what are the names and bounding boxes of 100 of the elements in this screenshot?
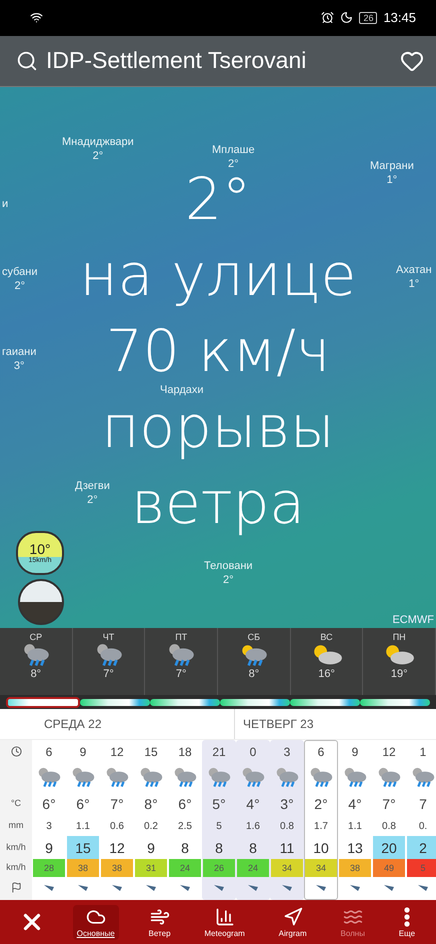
wind-direction-icon — [315, 883, 327, 894]
day-temperature: 7° — [176, 668, 186, 680]
nav-button[interactable]: Airgram — [274, 904, 311, 940]
wind-cell-text: 12 — [108, 838, 126, 858]
moon-icon — [340, 11, 354, 24]
gust-cell: 38 — [67, 859, 99, 878]
search-field[interactable]: IDP-Settlement Tserovani — [46, 47, 392, 74]
search-bar[interactable]: IDP-Settlement Tserovani — [0, 36, 436, 87]
day-label: ЧТ — [102, 632, 114, 642]
hour-column[interactable]: 6 2° 1.7 10 34 — [304, 740, 338, 900]
wind-icon — [150, 906, 170, 927]
hour-cell-text: 15 — [143, 744, 159, 762]
temperature-cell-text: 4° — [347, 794, 363, 814]
overlay-caption: на улице — [80, 246, 356, 304]
timeline-segment[interactable] — [290, 698, 360, 706]
wind-direction-icon — [145, 883, 157, 894]
day-header: СРЕДА 22 — [43, 717, 102, 732]
hour-cell-text: 0 — [248, 744, 258, 762]
precipitation-cell-text: 3 — [45, 820, 53, 834]
day-label: СБ — [248, 632, 260, 642]
temperature-cell-text: 8° — [143, 794, 159, 814]
precipitation-cell-text: 1.6 — [245, 820, 261, 834]
gust-cell: 34 — [271, 859, 303, 878]
gust-cell: 28 — [33, 859, 65, 878]
day-temperature: 8° — [30, 668, 42, 680]
temperature-cell-text: 7° — [109, 794, 125, 814]
map-place-label: Дзегви 2° — [75, 478, 110, 507]
nav-button[interactable]: Основные — [72, 904, 119, 940]
map-place-label: гаиани 3° — [2, 344, 36, 373]
timeline-segment[interactable] — [6, 696, 80, 708]
gust-cell: 49 — [373, 859, 405, 878]
row-label: mm — [8, 819, 24, 832]
arrow-icon — [282, 906, 303, 927]
precipitation-cell-text: 1.7 — [313, 820, 329, 834]
wind-cell-text: 9 — [146, 838, 156, 858]
nav-button[interactable]: Еще — [394, 904, 420, 940]
wind-cell: 20 — [373, 836, 405, 860]
wind-direction-icon — [111, 883, 123, 894]
wind-cell-text: 8 — [214, 838, 224, 858]
precipitation-cell-text: 0.2 — [143, 820, 159, 834]
wind-cell-text: 10 — [312, 838, 330, 858]
wind-direction-icon — [179, 883, 191, 894]
map-place-label: Ахатан 1° — [396, 262, 432, 291]
precipitation-cell-text: 5 — [215, 820, 223, 834]
nav-button[interactable]: Meteogram — [200, 904, 249, 940]
battery-level: 26 — [359, 12, 378, 24]
row-label: °C — [10, 796, 22, 810]
wind-direction-icon — [417, 883, 429, 894]
hour-column[interactable]: 3 3° 0.8 11 34 — [270, 740, 304, 900]
map-place-label: субани 2° — [2, 264, 38, 293]
timeline-segment[interactable] — [220, 698, 290, 706]
search-icon[interactable] — [16, 50, 38, 72]
wind-cell-text: 8 — [248, 838, 258, 858]
precipitation-cell-text: 0.6 — [109, 820, 125, 834]
day-header: ЧЕТВЕРГ 23 — [234, 709, 436, 740]
wind-cell: 2 — [407, 836, 436, 860]
wind-cell: 15 — [67, 836, 99, 860]
hour-cell-text: 3 — [282, 744, 292, 762]
precipitation-cell-text: 0.8 — [279, 820, 295, 834]
wind-direction-icon — [43, 883, 55, 894]
alarm-icon — [321, 11, 334, 24]
temperature-cell-text: 6° — [41, 794, 57, 814]
timeline-segment[interactable] — [360, 698, 430, 706]
hour-column[interactable]: 21 5° 5 8 26 — [202, 740, 236, 900]
clock-time: 13:45 — [383, 10, 416, 26]
hour-cell-text: 21 — [211, 744, 227, 762]
map-place-label: Мплаше 2° — [212, 142, 255, 171]
gust-cell: 38 — [101, 859, 133, 878]
gust-cell: 5 — [407, 859, 436, 878]
temperature-cell-text: 5° — [211, 794, 227, 814]
overlay-caption: 2° — [185, 170, 251, 228]
map-place-label: Чардахи — [160, 382, 204, 397]
wind-direction-icon — [383, 883, 395, 894]
day-label: СР — [30, 632, 42, 642]
timeline-segment[interactable] — [150, 698, 220, 706]
row-label: km/h — [5, 840, 27, 854]
gust-cell: 24 — [169, 859, 201, 878]
day-temperature: 16° — [318, 668, 335, 680]
map-place-label: и — [2, 196, 8, 211]
wind-direction-icon — [77, 883, 89, 894]
temperature-cell-text: 6° — [75, 794, 91, 814]
wind-direction-icon — [349, 883, 361, 894]
row-label: km/h — [5, 861, 27, 874]
hour-cell-text: 1 — [418, 744, 428, 762]
hour-cell-text: 6 — [316, 744, 326, 762]
overlay-caption: 70 км/ч — [106, 322, 330, 380]
map-place-label: Теловани 2° — [204, 558, 253, 587]
wind-direction-icon — [281, 883, 293, 894]
wind-cell-text: 11 — [278, 838, 296, 858]
timeline-segment[interactable] — [80, 698, 150, 706]
clock-icon — [10, 746, 22, 757]
nav-button[interactable]: Ветер — [144, 904, 175, 940]
precipitation-cell-text: 1.1 — [347, 820, 363, 834]
hour-cell-text: 12 — [109, 744, 125, 762]
hour-column[interactable]: 0 4° 1.6 8 24 — [236, 740, 270, 900]
temperature-cell-text: 4° — [245, 794, 261, 814]
temperature-cell-text: 3° — [279, 794, 295, 814]
temperature-cell-text: 7 — [418, 794, 428, 814]
temperature-cell-text: 7° — [381, 794, 397, 814]
day-temperature: 7° — [103, 668, 114, 680]
